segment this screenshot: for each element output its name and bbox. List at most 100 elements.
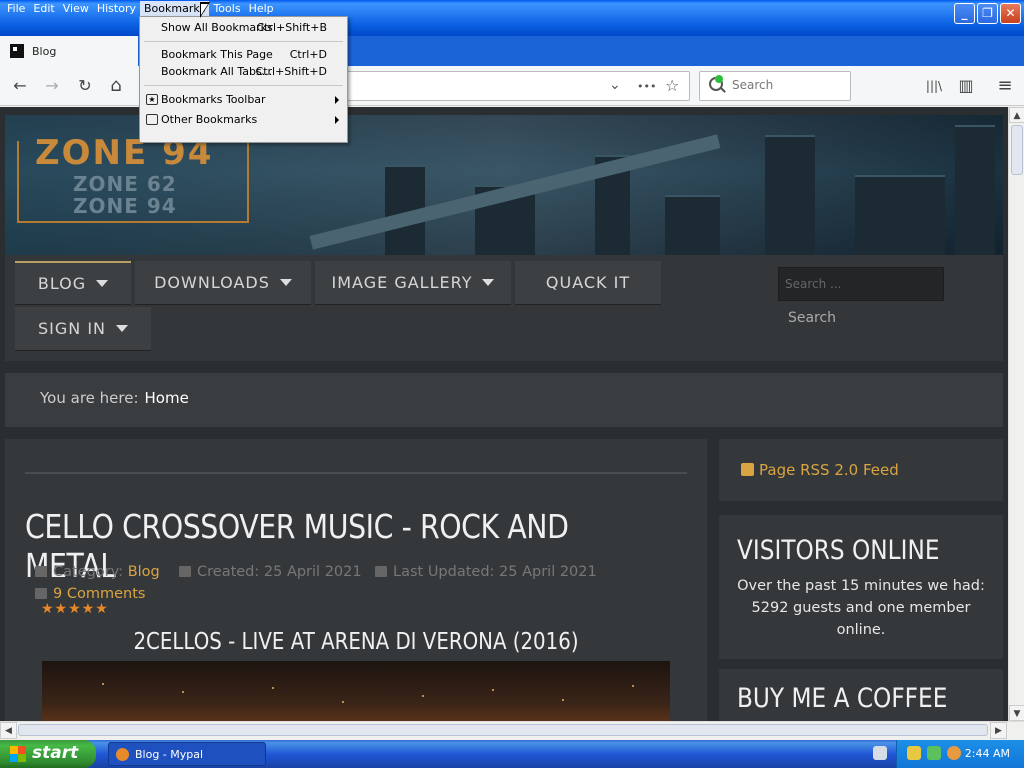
caret-down-icon [279, 279, 292, 286]
nav-blog-label: BLOG [37, 274, 87, 293]
menu-tools[interactable]: Tools [209, 1, 244, 16]
visitors-title: VISITORS ONLINE [737, 535, 940, 566]
bookmarks-toolbar-label: Bookmarks Toolbar [161, 93, 266, 106]
nav-image-gallery[interactable]: IMAGE GALLERY [315, 261, 511, 305]
scroll-up-icon[interactable]: ▲ [1009, 107, 1024, 123]
calendar-icon [375, 566, 387, 577]
system-tray: 2:44 AM [873, 740, 1024, 768]
sidebar-icon[interactable]: ▥ [954, 74, 978, 98]
scroll-left-icon[interactable]: ◀ [0, 722, 17, 739]
forward-icon[interactable]: → [40, 74, 64, 98]
hamburger-menu-icon[interactable]: ≡ [993, 74, 1017, 98]
visitors-online-box: VISITORS ONLINE Over the past 15 minutes… [719, 515, 1003, 659]
menu-bookmarks-toolbar[interactable]: ★ Bookmarks Toolbar [142, 91, 345, 109]
scroll-thumb[interactable] [1011, 125, 1023, 175]
nav-downloads[interactable]: DOWNLOADS [135, 261, 311, 305]
category-link[interactable]: Blog [128, 564, 160, 580]
rss-icon [741, 463, 754, 476]
site-navigation: BLOG DOWNLOADS IMAGE GALLERY QUACK IT SI… [5, 255, 1003, 361]
video-light [632, 685, 634, 687]
video-light [492, 689, 494, 691]
hscroll-thumb[interactable] [18, 724, 988, 736]
menu-view[interactable]: View [59, 1, 93, 16]
menu-bookmark-all-tabs[interactable]: Bookmark All Tabs... Ctrl+Shift+D [142, 63, 345, 81]
folder-icon [146, 114, 158, 125]
video-light [182, 691, 184, 693]
windows-logo-icon [10, 746, 26, 762]
close-button[interactable]: ✕ [1000, 3, 1021, 24]
menu-file[interactable]: File [3, 1, 29, 16]
nav-blog[interactable]: BLOG [15, 261, 131, 305]
shortcut-text: Ctrl+Shift+D [255, 65, 327, 78]
tab-title: Blog [32, 44, 57, 58]
article-comments[interactable]: 9 Comments [35, 586, 145, 602]
page-actions-icon[interactable]: ••• [637, 80, 656, 93]
menu-edit[interactable]: Edit [29, 1, 58, 16]
menu-other-bookmarks[interactable]: Other Bookmarks [142, 111, 345, 129]
taskbar: start Blog - Mypal 2:44 AM [0, 740, 1024, 768]
vertical-scrollbar[interactable]: ▲ ▼ [1008, 107, 1024, 721]
reload-icon[interactable]: ↻ [73, 74, 97, 98]
security-shield-icon[interactable] [907, 746, 921, 760]
video-player[interactable] [42, 661, 670, 721]
clock[interactable]: 2:44 AM [965, 747, 1010, 760]
menu-history[interactable]: History [93, 1, 140, 16]
menu-bookmark-this-page[interactable]: Bookmark This Page Ctrl+D [142, 46, 345, 64]
nav-sign-in-label: SIGN IN [37, 319, 106, 338]
bookmark-page-label: Bookmark This Page [161, 48, 273, 61]
scroll-right-icon[interactable]: ▶ [990, 722, 1007, 739]
bookmark-star-icon[interactable]: ☆ [665, 76, 679, 95]
bookmarks-dropdown: Show All Bookmarks Ctrl+Shift+B Bookmark … [139, 16, 348, 143]
site-search-input[interactable]: Search ... [778, 267, 944, 301]
breadcrumb: You are here: Home [5, 373, 1003, 427]
star-icon: ★ [146, 94, 158, 105]
caret-down-icon [482, 279, 495, 286]
start-button[interactable]: start [0, 740, 96, 768]
minimize-button[interactable]: _ [954, 3, 975, 24]
video-light [562, 699, 564, 701]
search-placeholder: Search [732, 78, 774, 92]
logo-sub-line2: ZONE 94 [73, 194, 177, 218]
rss-feed-box: Page RSS 2.0 Feed [719, 439, 1003, 501]
menu-show-all-bookmarks[interactable]: Show All Bookmarks Ctrl+Shift+B [142, 19, 345, 37]
maximize-button[interactable]: ❐ [977, 3, 998, 24]
menu-help[interactable]: Help [245, 1, 278, 16]
network-icon[interactable] [927, 746, 941, 760]
created-date: Created: 25 April 2021 [197, 564, 362, 580]
video-light [272, 687, 274, 689]
taskbar-item-blog[interactable]: Blog - Mypal [108, 742, 266, 766]
search-input[interactable]: Search [699, 71, 851, 101]
search-tray-icon[interactable] [947, 746, 961, 760]
nav-image-gallery-label: IMAGE GALLERY [331, 273, 473, 292]
category-label: Category: [53, 564, 124, 580]
coffee-title: BUY ME A COFFEE [737, 683, 948, 714]
home-icon[interactable]: ⌂ [104, 74, 128, 98]
library-icon[interactable]: |||\ [922, 74, 946, 98]
keyboard-icon[interactable] [873, 746, 887, 760]
video-light [422, 695, 424, 697]
breadcrumb-home[interactable]: Home [145, 389, 189, 407]
menu-separator [144, 85, 343, 86]
nav-sign-in[interactable]: SIGN IN [15, 307, 151, 351]
nav-quack-it[interactable]: QUACK IT [515, 261, 661, 305]
star-rating[interactable]: ★★★★★ [41, 601, 109, 617]
nav-downloads-label: DOWNLOADS [154, 273, 270, 292]
chevron-down-icon[interactable]: ⌄ [609, 77, 621, 93]
visitors-text: Over the past 15 minutes we had: 5292 gu… [737, 578, 985, 638]
comment-icon [35, 588, 47, 599]
shortcut-text: Ctrl+Shift+B [256, 21, 327, 34]
banner-building [765, 135, 815, 255]
comments-link[interactable]: 9 Comments [53, 586, 145, 602]
taskbar-item-label: Blog - Mypal [135, 748, 204, 761]
buy-coffee-box: BUY ME A COFFEE [719, 669, 1003, 721]
back-icon[interactable]: ← [8, 74, 32, 98]
site-search-button[interactable]: Search [778, 303, 846, 335]
breadcrumb-prefix: You are here: [40, 389, 139, 407]
submenu-arrow-icon [335, 96, 339, 104]
rss-link[interactable]: Page RSS 2.0 Feed [759, 461, 899, 479]
updated-date: Last Updated: 25 April 2021 [393, 564, 597, 580]
tab-blog[interactable]: Blog [0, 36, 138, 66]
horizontal-scrollbar[interactable]: ◀ ▶ [0, 721, 1024, 739]
scroll-down-icon[interactable]: ▼ [1009, 705, 1024, 721]
other-bookmarks-label: Other Bookmarks [161, 113, 258, 126]
